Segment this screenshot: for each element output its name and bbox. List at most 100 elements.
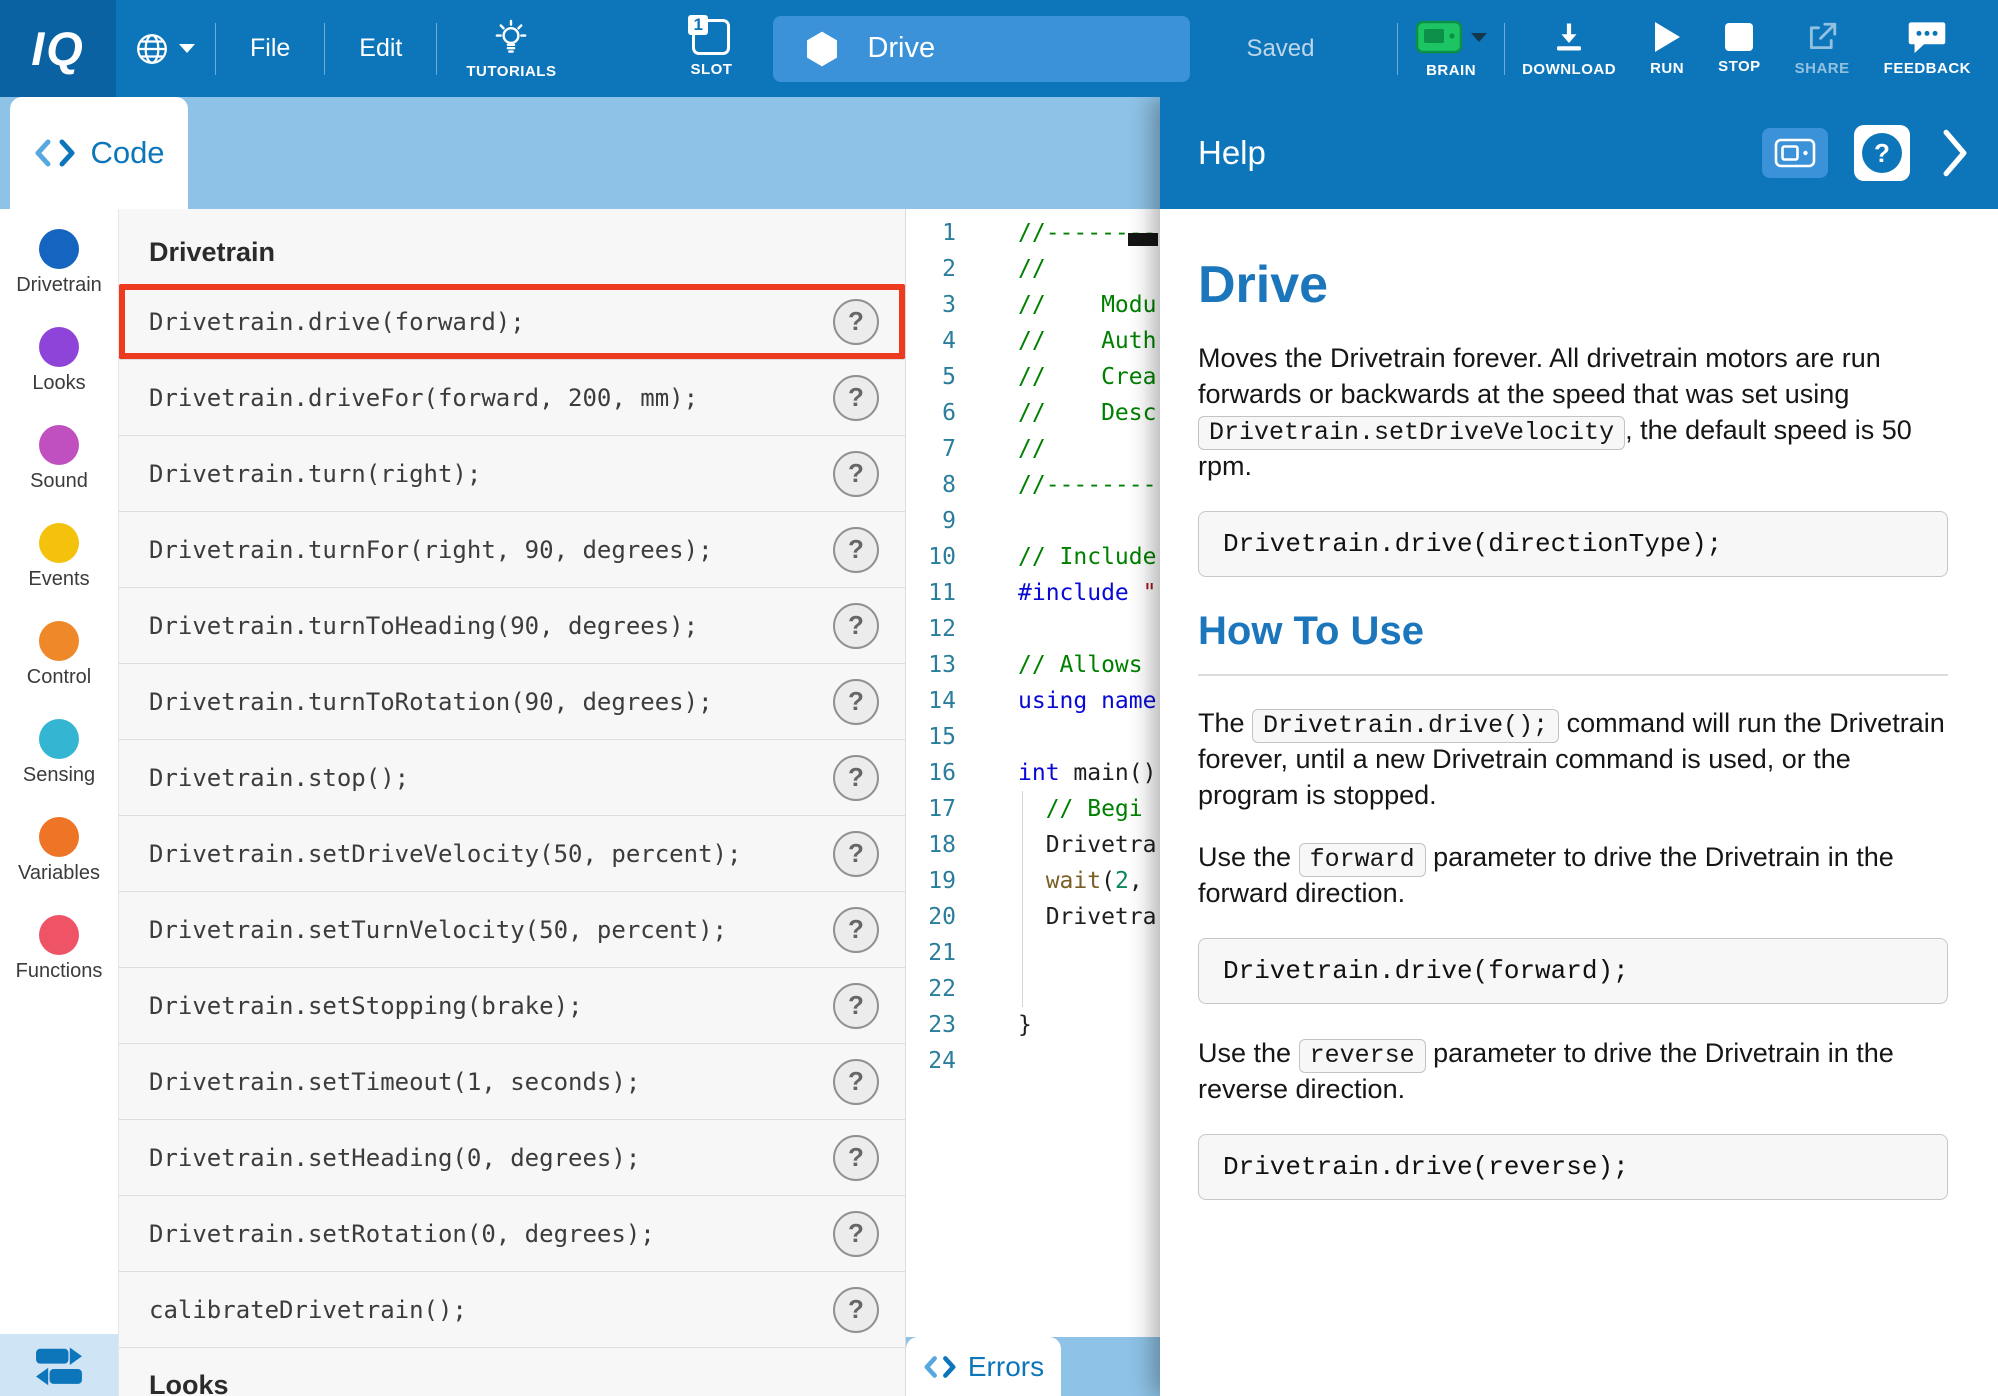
- code-editor[interactable]: 123456789101112131415161718192021222324 …: [905, 209, 1160, 1396]
- code-line: Drivetra: [1018, 899, 1160, 935]
- language-menu-button[interactable]: [134, 31, 195, 67]
- command-text: Drivetrain.turnToRotation(90, degrees);: [149, 688, 833, 716]
- command-help-button[interactable]: ?: [833, 983, 879, 1029]
- line-number: 8: [906, 467, 956, 503]
- help-brain-button[interactable]: [1762, 128, 1828, 178]
- help-paragraph: Use the forward parameter to drive the D…: [1198, 840, 1948, 912]
- code-line: [1018, 1043, 1160, 1079]
- feedback-button[interactable]: FEEDBACK: [1867, 0, 1988, 97]
- code-line: //------------: [1018, 467, 1160, 503]
- sidebar-item-events[interactable]: Events: [28, 523, 89, 591]
- lightbulb-icon: [494, 17, 528, 57]
- run-button[interactable]: RUN: [1633, 0, 1701, 97]
- command-text: Drivetrain.driveFor(forward, 200, mm);: [149, 384, 833, 412]
- command-row[interactable]: calibrateDrivetrain();?: [119, 1272, 905, 1348]
- command-help-button[interactable]: ?: [833, 1211, 879, 1257]
- line-number: 10: [906, 539, 956, 575]
- command-help-button[interactable]: ?: [833, 451, 879, 497]
- command-text: Drivetrain.drive(forward);: [149, 308, 833, 336]
- stop-button[interactable]: STOP: [1701, 0, 1778, 97]
- feedback-label: FEEDBACK: [1884, 60, 1971, 77]
- line-number: 2: [906, 251, 956, 287]
- help-collapse-button[interactable]: [1940, 128, 1970, 178]
- command-help-button[interactable]: ?: [833, 1287, 879, 1333]
- line-number: 17: [906, 791, 956, 827]
- code-line: [1018, 611, 1160, 647]
- sidebar-item-drivetrain[interactable]: Drivetrain: [16, 229, 102, 297]
- category-label: Functions: [16, 960, 103, 983]
- project-name-button[interactable]: Drive: [773, 16, 1190, 82]
- blocks-text-toggle-button[interactable]: [0, 1334, 118, 1396]
- toolbar-divider: [436, 23, 437, 75]
- code-line: [1018, 971, 1160, 1007]
- tab-errors[interactable]: Errors: [906, 1337, 1061, 1396]
- category-color-dot: [39, 621, 79, 661]
- command-row[interactable]: Drivetrain.turnFor(right, 90, degrees);?: [119, 512, 905, 588]
- command-help-button[interactable]: ?: [833, 1059, 879, 1105]
- command-help-button[interactable]: ?: [833, 679, 879, 725]
- line-number: 24: [906, 1043, 956, 1079]
- command-help-button[interactable]: ?: [833, 603, 879, 649]
- code-line: Drivetra: [1018, 827, 1160, 863]
- category-label: Control: [27, 666, 91, 689]
- line-number: 7: [906, 431, 956, 467]
- sidebar-item-variables[interactable]: Variables: [18, 817, 100, 885]
- hexagon-icon: [805, 30, 839, 68]
- share-button[interactable]: SHARE: [1778, 0, 1867, 97]
- sidebar-item-functions[interactable]: Functions: [16, 915, 103, 983]
- help-question-button[interactable]: ?: [1854, 125, 1910, 181]
- help-text: Use the: [1198, 842, 1299, 872]
- command-help-button[interactable]: ?: [833, 375, 879, 421]
- tutorials-label: TUTORIALS: [466, 63, 556, 80]
- code-line: // Auth: [1018, 323, 1160, 359]
- command-help-button[interactable]: ?: [833, 831, 879, 877]
- command-row[interactable]: Drivetrain.turnToHeading(90, degrees);?: [119, 588, 905, 664]
- command-help-button[interactable]: ?: [833, 299, 879, 345]
- edit-menu[interactable]: Edit: [325, 34, 436, 63]
- command-row[interactable]: Drivetrain.setHeading(0, degrees);?: [119, 1120, 905, 1196]
- command-row[interactable]: Drivetrain.setStopping(brake);?: [119, 968, 905, 1044]
- command-row[interactable]: Drivetrain.turn(right);?: [119, 436, 905, 512]
- blocks-text-toggle-icon: [32, 1342, 86, 1388]
- command-text: Drivetrain.setTurnVelocity(50, percent);: [149, 916, 833, 944]
- run-label: RUN: [1650, 60, 1684, 77]
- line-number: 4: [906, 323, 956, 359]
- code-line: [1018, 503, 1160, 539]
- sidebar-item-sound[interactable]: Sound: [30, 425, 88, 493]
- command-help-button[interactable]: ?: [833, 1135, 879, 1181]
- command-help-button[interactable]: ?: [833, 527, 879, 573]
- tab-code[interactable]: Code: [10, 97, 188, 209]
- scrollbar-thumb[interactable]: [1128, 233, 1158, 246]
- play-icon: [1652, 20, 1682, 54]
- category-color-dot: [39, 327, 79, 367]
- line-number: 13: [906, 647, 956, 683]
- tutorials-button[interactable]: TUTORIALS: [449, 0, 573, 97]
- command-row[interactable]: Drivetrain.turnToRotation(90, degrees);?: [119, 664, 905, 740]
- brain-button[interactable]: BRAIN: [1398, 0, 1504, 97]
- question-mark-icon: ?: [1862, 133, 1902, 173]
- command-row[interactable]: Drivetrain.driveFor(forward, 200, mm);?: [119, 360, 905, 436]
- file-menu[interactable]: File: [216, 34, 324, 63]
- line-number: 19: [906, 863, 956, 899]
- line-number: 21: [906, 935, 956, 971]
- panel-tab-strip: Code: [0, 97, 1160, 209]
- code-line: // Modu: [1018, 287, 1160, 323]
- command-text: Drivetrain.setDriveVelocity(50, percent)…: [149, 840, 833, 868]
- sidebar-item-sensing[interactable]: Sensing: [23, 719, 95, 787]
- command-row[interactable]: Drivetrain.setDriveVelocity(50, percent)…: [119, 816, 905, 892]
- category-color-dot: [39, 425, 79, 465]
- code-example-box: Drivetrain.drive(directionType);: [1198, 511, 1948, 577]
- category-label: Sound: [30, 470, 88, 493]
- command-row[interactable]: Drivetrain.setRotation(0, degrees);?: [119, 1196, 905, 1272]
- sidebar-item-control[interactable]: Control: [27, 621, 91, 689]
- sidebar-item-looks[interactable]: Looks: [32, 327, 85, 395]
- command-rows: Drivetrain.drive(forward);?Drivetrain.dr…: [119, 284, 905, 1348]
- command-help-button[interactable]: ?: [833, 755, 879, 801]
- command-row[interactable]: Drivetrain.setTimeout(1, seconds);?: [119, 1044, 905, 1120]
- slot-button[interactable]: 1 SLOT: [673, 0, 749, 97]
- command-row[interactable]: Drivetrain.stop();?: [119, 740, 905, 816]
- command-row-highlighted[interactable]: Drivetrain.drive(forward);?: [119, 284, 905, 360]
- command-help-button[interactable]: ?: [833, 907, 879, 953]
- command-row[interactable]: Drivetrain.setTurnVelocity(50, percent);…: [119, 892, 905, 968]
- download-button[interactable]: DOWNLOAD: [1505, 0, 1633, 97]
